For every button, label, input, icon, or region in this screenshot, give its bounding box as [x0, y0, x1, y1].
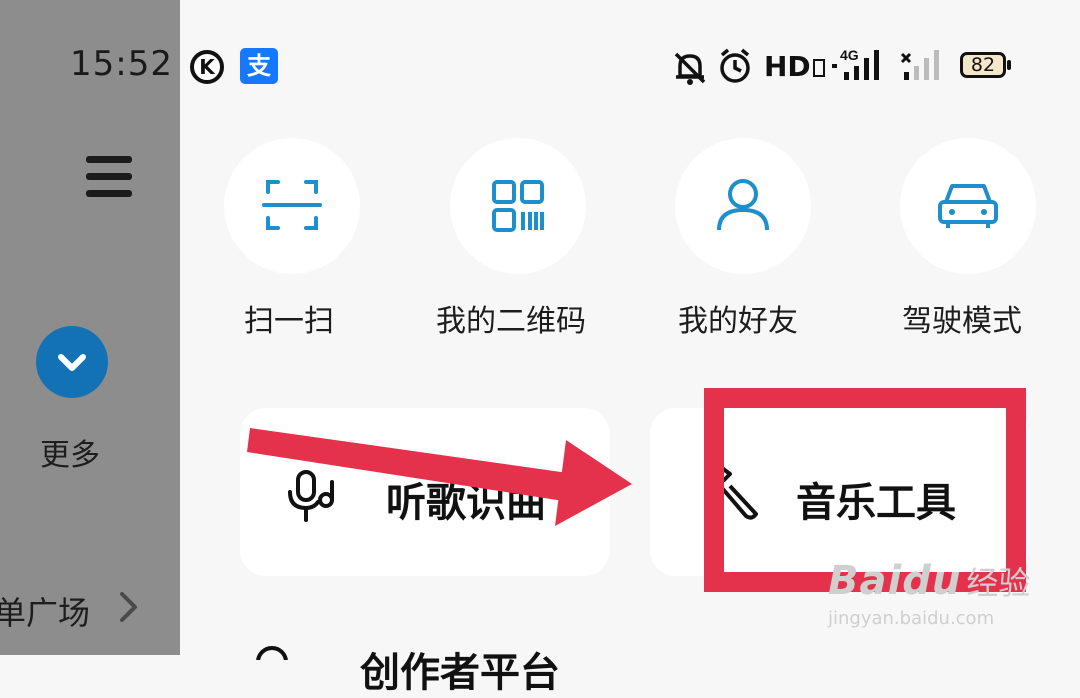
watermark-cn: 经验	[966, 564, 1031, 602]
watermark-url: jingyan.baidu.com	[828, 608, 995, 629]
watermark-brand-suffix: du	[902, 558, 962, 604]
baidu-watermark: Baidu 经验 jingyan.baidu.com	[828, 558, 1031, 629]
watermark-brand: Bai	[828, 558, 903, 604]
